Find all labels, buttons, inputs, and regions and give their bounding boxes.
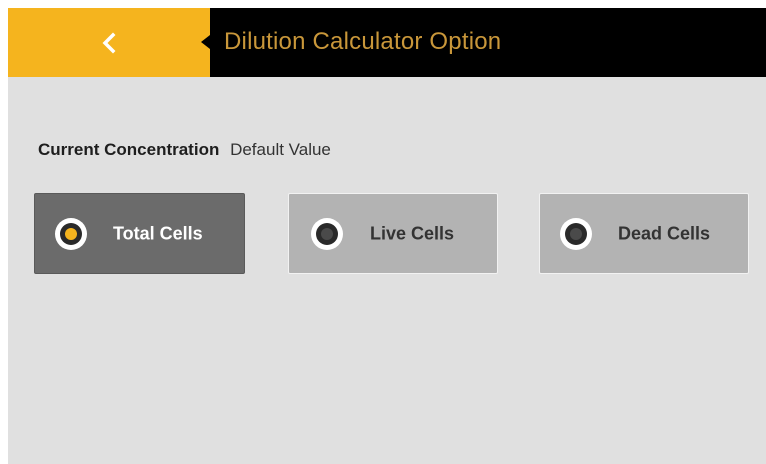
radio-unselected-icon <box>560 217 592 250</box>
option-dead-cells[interactable]: Dead Cells <box>539 193 749 274</box>
radio-selected-icon <box>55 217 87 250</box>
option-live-cells[interactable]: Live Cells <box>288 193 498 274</box>
current-concentration-value: Default Value <box>230 140 331 159</box>
page-title: Dilution Calculator Option <box>224 28 502 55</box>
option-label: Live Cells <box>370 223 455 243</box>
option-total-cells[interactable]: Total Cells <box>34 193 245 274</box>
chevron-left-icon <box>102 32 116 54</box>
option-label: Dead Cells <box>618 223 711 243</box>
header-bar: Dilution Calculator Option <box>8 8 766 77</box>
current-concentration-label: Current Concentration <box>38 140 220 159</box>
title-pointer <box>201 35 210 49</box>
back-button[interactable] <box>8 8 210 77</box>
current-concentration-row: Current Concentration Default Value <box>38 140 331 160</box>
option-label: Total Cells <box>113 223 203 243</box>
radio-unselected-icon <box>311 217 343 250</box>
app-window: Dilution Calculator Option Current Conce… <box>8 8 766 464</box>
